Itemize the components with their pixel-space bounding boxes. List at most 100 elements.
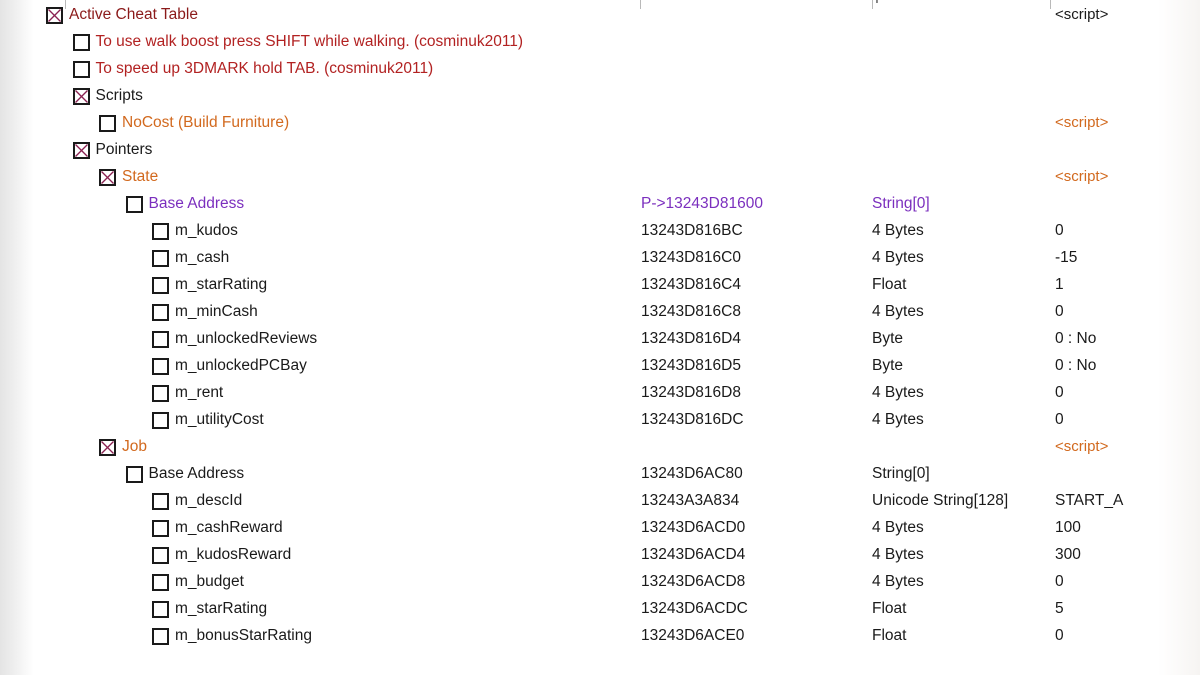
- checkbox-checked[interactable]: [72, 142, 90, 159]
- checkbox-unchecked[interactable]: [152, 385, 169, 402]
- row-description: m_starRating: [175, 276, 268, 293]
- row-type: 4 Bytes: [872, 519, 924, 536]
- row-description: m_cash: [175, 249, 230, 266]
- row-value[interactable]: 5: [1055, 599, 1064, 619]
- table-row[interactable]: m_cash 13243D816C0 4 Bytes -15: [0, 245, 1200, 272]
- table-row[interactable]: m_starRating 13243D816C4 Float 1: [0, 272, 1200, 299]
- row-description: To use walk boost press SHIFT while walk…: [95, 33, 524, 50]
- row-address: 13243D816DC: [641, 411, 744, 428]
- row-description: To speed up 3DMARK hold TAB. (cosminuk20…: [95, 60, 434, 77]
- row-description: m_utilityCost: [175, 411, 264, 428]
- row-address: 13243D816D8: [641, 384, 741, 401]
- checkbox-unchecked[interactable]: [152, 412, 169, 429]
- row-address: 13243D6AC80: [641, 465, 743, 482]
- row-value[interactable]: 0: [1055, 221, 1064, 241]
- checkbox-checked[interactable]: [99, 169, 116, 186]
- table-row[interactable]: To use walk boost press SHIFT while walk…: [0, 29, 1200, 56]
- table-row[interactable]: m_utilityCost 13243D816DC 4 Bytes 0: [0, 407, 1200, 434]
- row-description: m_minCash: [175, 303, 258, 320]
- row-description: Base Address: [148, 195, 245, 212]
- row-value[interactable]: 0: [1055, 302, 1064, 322]
- table-row[interactable]: m_minCash 13243D816C8 4 Bytes 0: [0, 299, 1200, 326]
- row-address: 13243D816C0: [641, 249, 741, 266]
- row-value[interactable]: -15: [1055, 248, 1077, 268]
- table-row[interactable]: m_starRating 13243D6ACDC Float 5: [0, 596, 1200, 623]
- table-row[interactable]: State <script>: [0, 164, 1200, 191]
- table-row[interactable]: m_kudosReward 13243D6ACD4 4 Bytes 300: [0, 542, 1200, 569]
- table-row[interactable]: Scripts: [0, 83, 1200, 110]
- checkbox-unchecked[interactable]: [152, 331, 169, 348]
- checkbox-checked[interactable]: [46, 7, 63, 24]
- row-description: m_bonusStarRating: [175, 627, 312, 644]
- row-address: 13243D6ACD8: [641, 573, 746, 590]
- table-row[interactable]: m_bonusStarRating 13243D6ACE0 Float 0: [0, 623, 1200, 650]
- row-value[interactable]: 0 : No: [1055, 356, 1096, 376]
- row-value[interactable]: 0: [1055, 410, 1064, 430]
- checkbox-unchecked[interactable]: [152, 358, 169, 375]
- row-value[interactable]: 0: [1055, 626, 1064, 646]
- row-value[interactable]: 0: [1055, 383, 1064, 403]
- table-row[interactable]: m_unlockedPCBay 13243D816D5 Byte 0 : No: [0, 353, 1200, 380]
- row-value[interactable]: 100: [1055, 518, 1081, 538]
- row-value[interactable]: 0: [1055, 572, 1064, 592]
- row-address: 13243D6ACD0: [641, 519, 746, 536]
- row-type: Float: [872, 627, 907, 644]
- table-row[interactable]: To speed up 3DMARK hold TAB. (cosminuk20…: [0, 56, 1200, 83]
- checkbox-unchecked[interactable]: [152, 574, 169, 591]
- row-description: m_kudos: [175, 222, 238, 239]
- checkbox-unchecked[interactable]: [99, 115, 116, 132]
- checkbox-unchecked[interactable]: [152, 628, 169, 645]
- table-row[interactable]: NoCost (Build Furniture) <script>: [0, 110, 1200, 137]
- row-type: 4 Bytes: [872, 573, 924, 590]
- row-script-tag[interactable]: <script>: [1055, 437, 1108, 457]
- row-description: m_rent: [175, 384, 224, 401]
- checkbox-unchecked[interactable]: [152, 250, 169, 267]
- table-row[interactable]: m_budget 13243D6ACD8 4 Bytes 0: [0, 569, 1200, 596]
- row-value[interactable]: 0 : No: [1055, 329, 1096, 349]
- row-address: 13243D816BC: [641, 222, 743, 239]
- checkbox-unchecked[interactable]: [152, 223, 169, 240]
- row-type: 4 Bytes: [872, 303, 924, 320]
- checkbox-unchecked[interactable]: [152, 520, 169, 537]
- row-type: Unicode String[128]: [872, 492, 1009, 509]
- row-address: 13243D6ACDC: [641, 600, 748, 617]
- checkbox-unchecked[interactable]: [152, 493, 169, 510]
- checkbox-unchecked[interactable]: [152, 601, 169, 618]
- checkbox-unchecked[interactable]: [125, 196, 143, 213]
- row-value[interactable]: START_A: [1055, 491, 1123, 511]
- table-row[interactable]: m_kudos 13243D816BC 4 Bytes 0: [0, 218, 1200, 245]
- row-address: P->13243D81600: [641, 195, 763, 212]
- table-row[interactable]: m_cashReward 13243D6ACD0 4 Bytes 100: [0, 515, 1200, 542]
- table-row[interactable]: m_unlockedReviews 13243D816D4 Byte 0 : No: [0, 326, 1200, 353]
- row-description: m_cashReward: [175, 519, 283, 536]
- row-type: 4 Bytes: [872, 222, 924, 239]
- row-address: 13243D816D5: [641, 357, 741, 374]
- table-row[interactable]: Base Address P->13243D81600 String[0]: [0, 191, 1200, 218]
- checkbox-unchecked[interactable]: [152, 277, 169, 294]
- row-description: m_budget: [175, 573, 244, 590]
- row-value[interactable]: 300: [1055, 545, 1081, 565]
- table-row[interactable]: m_rent 13243D816D8 4 Bytes 0: [0, 380, 1200, 407]
- checkbox-unchecked[interactable]: [152, 547, 169, 564]
- row-script-tag[interactable]: <script>: [1055, 167, 1108, 187]
- table-row[interactable]: m_descId 13243A3A834 Unicode String[128] ST…: [0, 488, 1200, 515]
- row-script-tag[interactable]: <script>: [1055, 113, 1108, 133]
- checkbox-checked[interactable]: [72, 88, 90, 105]
- checkbox-unchecked[interactable]: [152, 304, 169, 321]
- checkbox-checked[interactable]: [99, 439, 116, 456]
- row-address: 13243D816C4: [641, 276, 741, 293]
- table-row[interactable]: Pointers: [0, 137, 1200, 164]
- checkbox-unchecked[interactable]: [125, 466, 143, 483]
- row-type: Float: [872, 600, 907, 617]
- row-type: Byte: [872, 330, 904, 347]
- table-row[interactable]: Job <script>: [0, 434, 1200, 461]
- row-type: 4 Bytes: [872, 249, 924, 266]
- table-row[interactable]: Active Cheat Table <script>: [0, 2, 1200, 29]
- checkbox-unchecked[interactable]: [72, 61, 90, 78]
- row-description: m_starRating: [175, 600, 268, 617]
- row-value[interactable]: 1: [1055, 275, 1064, 295]
- row-script-tag[interactable]: <script>: [1055, 5, 1108, 25]
- checkbox-unchecked[interactable]: [72, 34, 90, 51]
- row-description: Base Address: [148, 465, 245, 482]
- table-row[interactable]: Base Address 13243D6AC80 String[0]: [0, 461, 1200, 488]
